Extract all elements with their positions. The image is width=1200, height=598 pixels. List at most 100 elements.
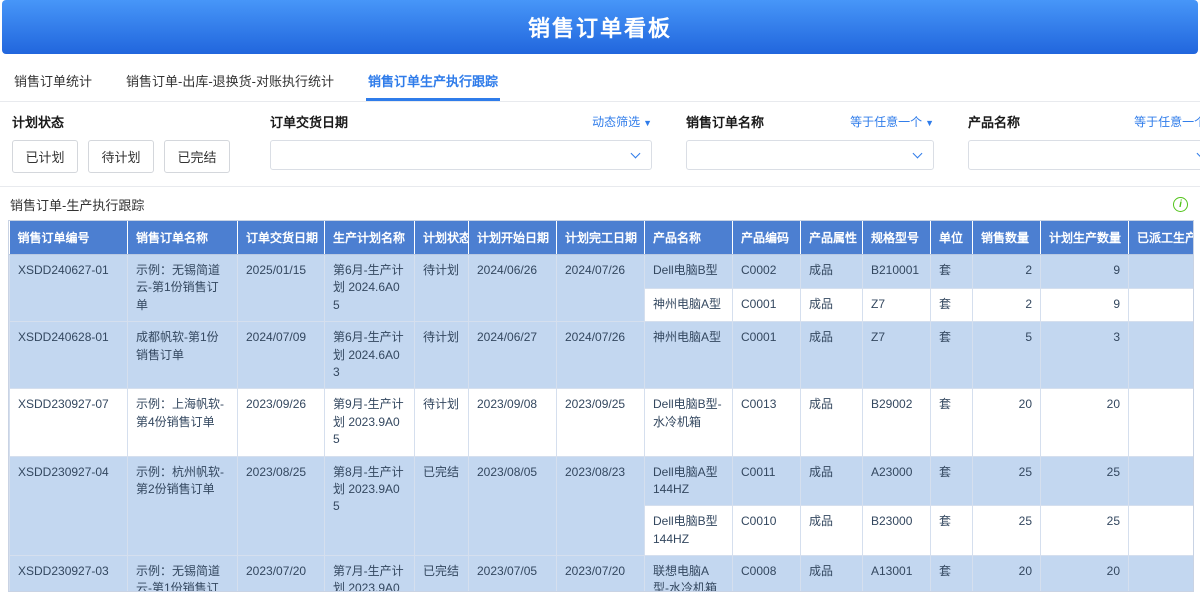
table-row[interactable]: XSDD240628-01 成都帆软-第1份销售订单 2024/07/09 第6月-生…	[9, 321, 1193, 390]
column-header-12: 销售数量	[972, 221, 1041, 255]
plan-status-option-completed[interactable]: 已完结	[164, 140, 230, 173]
table-row[interactable]: XSDD230927-03示例：无锡简道云-第1份销售订单2023/07/20第…	[9, 555, 1193, 591]
cell-product-attr: 成品	[800, 254, 863, 289]
cell-product-attr: 成品	[800, 321, 863, 390]
cell-start-date: 2024/06/27	[468, 321, 557, 390]
cell-product-attr: 成品	[800, 505, 863, 557]
cell-plan-status: 已完结	[414, 455, 469, 557]
cell-product-unit: 套	[930, 254, 973, 289]
order-name-select[interactable]	[686, 140, 934, 170]
plan-status-option-pending[interactable]: 待计划	[88, 140, 154, 173]
cell-order-no: XSDD240628-01	[9, 321, 128, 390]
cell-finish-date: 2023/09/25	[556, 388, 645, 457]
delivery-date-select[interactable]	[270, 140, 652, 170]
table-scroll-area: 销售订单编号 销售订单名称 订单交货日期 生产计划名称 计划状态 计划开始日期 计划完工日期…	[9, 221, 1193, 591]
tab-bar: 销售订单统计 销售订单-出库-退换货-对账执行统计 销售订单生产执行跟踪	[0, 62, 1200, 102]
cell-product-code: C0001	[732, 287, 801, 323]
cell-finish-date: 2024/07/26	[556, 253, 645, 323]
cell-product-unit: 套	[930, 455, 973, 507]
order-name-label: 销售订单名称	[686, 114, 765, 130]
product-name-label: 产品名称	[968, 114, 1021, 130]
cell-product-plan-qty: 25	[1040, 455, 1129, 507]
cell-product-name: Dell电脑A型 144HZ	[644, 455, 733, 507]
chevron-down-icon	[630, 148, 641, 159]
cell-product-attr: 成品	[800, 287, 863, 323]
cell-order-name: 示例：无锡简道云-第1份销售订单	[127, 253, 238, 323]
product-name-select[interactable]	[968, 140, 1200, 170]
cell-product-sales-qty: 2	[972, 287, 1041, 323]
cell-product-code: C0011	[732, 455, 801, 507]
delivery-date-label: 订单交货日期	[270, 114, 349, 130]
cell-order-name: 示例：上海帆软-第4份销售订单	[127, 388, 238, 457]
triangle-down-icon: ▼	[643, 117, 652, 128]
tab-production-execution[interactable]: 销售订单生产执行跟踪	[366, 62, 501, 101]
tab-outbound-returns-stats[interactable]: 销售订单-出库-退换货-对账执行统计	[124, 62, 336, 101]
cell-product-dispatched-qty	[1128, 555, 1193, 591]
table-title: 销售订单-生产执行跟踪	[10, 198, 145, 213]
cell-product-sales-qty: 20	[972, 388, 1041, 457]
cell-delivery-date: 2024/07/09	[237, 321, 325, 390]
cell-product-attr: 成品	[800, 455, 863, 507]
cell-product-unit: 套	[930, 388, 973, 457]
cell-product-spec: B210001	[862, 254, 931, 289]
cell-plan-status: 待计划	[414, 253, 469, 323]
orders-table: 销售订单编号 销售订单名称 订单交货日期 生产计划名称 计划状态 计划开始日期 计划完工日期…	[9, 221, 1193, 591]
delivery-date-mode-selector[interactable]: 动态筛选 ▼	[592, 113, 652, 130]
cell-product-attr: 成品	[800, 555, 863, 591]
chevron-down-icon	[1196, 148, 1200, 159]
column-header-7: 产品名称	[644, 221, 733, 255]
column-header-14: 已派工生产数	[1128, 221, 1193, 255]
cell-product-dispatched-qty	[1128, 254, 1193, 289]
cell-product-plan-qty: 3	[1040, 321, 1129, 390]
table-row[interactable]: XSDD240627-01 示例：无锡简道云-第1份销售订单 2025/01/15 第…	[9, 253, 1193, 323]
cell-order-no: XSDD230927-03	[9, 555, 128, 591]
cell-delivery-date: 2025/01/15	[237, 253, 325, 323]
cell-plan-name: 第9月-生产计划 2023.9A05	[324, 388, 415, 457]
column-header-5: 计划开始日期	[468, 221, 557, 255]
cell-product-unit: 套	[930, 287, 973, 323]
cell-product-spec: Z7	[862, 321, 931, 390]
sales-order-dashboard: 销售订单看板 销售订单统计 销售订单-出库-退换货-对账执行统计 销售订单生产执…	[0, 0, 1200, 598]
column-header-3: 生产计划名称	[324, 221, 415, 255]
column-header-9: 产品属性	[800, 221, 863, 255]
cell-product-sales-qty: 25	[972, 455, 1041, 507]
orders-table-head: 销售订单编号 销售订单名称 订单交货日期 生产计划名称 计划状态 计划开始日期 计划完工日期…	[9, 221, 1193, 255]
cell-product-plan-qty: 25	[1040, 505, 1129, 557]
table-row[interactable]: XSDD230927-07 示例：上海帆软-第4份销售订单 2023/09/26 第9…	[9, 388, 1193, 457]
cell-plan-name: 第6月-生产计划 2024.6A05	[324, 253, 415, 323]
cell-plan-name: 第7月-生产计划 2023.9A05	[324, 555, 415, 591]
cell-order-no: XSDD230927-04	[9, 455, 128, 557]
cell-start-date: 2023/08/05	[468, 455, 557, 557]
cell-plan-status: 待计划	[414, 321, 469, 390]
cell-delivery-date: 2023/07/20	[237, 555, 325, 591]
product-name-mode-selector[interactable]: 等于任意一个▼	[1134, 113, 1200, 130]
orders-table-body: XSDD240627-01 示例：无锡简道云-第1份销售订单 2025/01/15 第…	[9, 253, 1193, 591]
cell-start-date: 2023/09/08	[468, 388, 557, 457]
order-name-mode-selector[interactable]: 等于任意一个 ▼	[850, 113, 934, 130]
cell-product-spec: B29002	[862, 388, 931, 457]
cell-product-unit: 套	[930, 321, 973, 390]
cell-order-no: XSDD230927-07	[9, 388, 128, 457]
triangle-down-icon: ▼	[925, 117, 934, 128]
cell-product-name: Dell电脑B型 144HZ	[644, 505, 733, 557]
tab-sales-order-stats[interactable]: 销售订单统计	[12, 62, 94, 101]
cell-product-dispatched-qty	[1128, 287, 1193, 323]
column-header-4: 计划状态	[414, 221, 469, 255]
cell-product-name: 神州电脑A型	[644, 287, 733, 323]
table-panel: 销售订单编号 销售订单名称 订单交货日期 生产计划名称 计划状态 计划开始日期 计划完工日期…	[8, 220, 1194, 592]
column-header-13: 计划生产数量	[1040, 221, 1129, 255]
cell-product-plan-qty: 20	[1040, 555, 1129, 591]
filter-plan-status: 计划状态 已计划 待计划 已完结	[12, 112, 236, 173]
column-header-0: 销售订单编号	[9, 221, 128, 255]
cell-product-code: C0002	[732, 254, 801, 289]
info-icon[interactable]: i	[1173, 197, 1188, 212]
cell-product-name: Dell电脑B型	[644, 254, 733, 289]
cell-product-sales-qty: 5	[972, 321, 1041, 390]
table-row[interactable]: XSDD230927-04 示例：杭州帆软-第2份销售订单 2023/08/25 第8…	[9, 455, 1193, 557]
filter-order-name: 销售订单名称 等于任意一个 ▼	[686, 112, 934, 173]
cell-product-plan-qty: 9	[1040, 287, 1129, 323]
cell-start-date: 2023/07/05	[468, 555, 557, 591]
plan-status-option-planned[interactable]: 已计划	[12, 140, 78, 173]
cell-product-name: 联想电脑A型-水冷机箱	[644, 555, 733, 591]
cell-product-dispatched-qty	[1128, 455, 1193, 507]
